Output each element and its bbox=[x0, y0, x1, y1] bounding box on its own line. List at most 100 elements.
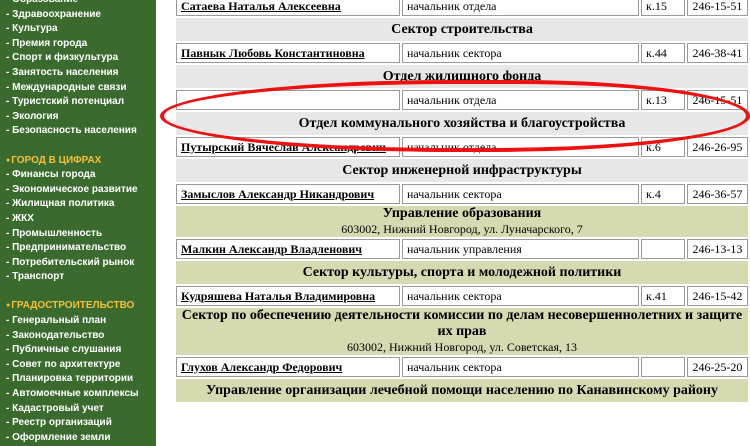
section-title-text: Сектор инженерной инфраструктуры bbox=[342, 162, 582, 178]
phone-cell: 246-13-13 bbox=[687, 239, 748, 259]
room-cell: к.4 bbox=[641, 184, 686, 204]
position-cell: начальник управления bbox=[401, 239, 640, 259]
sidebar-link[interactable]: Планировка территории bbox=[0, 372, 156, 387]
section-title-text: Управление образования bbox=[382, 206, 542, 221]
staff-row: Путырский Вячеслав Александрович начальни… bbox=[176, 137, 748, 157]
room-cell: к.44 bbox=[641, 43, 686, 63]
section-title: Управление организации лечебной помощи н… bbox=[176, 379, 748, 402]
sidebar-link[interactable]: Занятость населения bbox=[0, 66, 156, 81]
separator bbox=[156, 0, 174, 446]
sidebar-link[interactable]: Безопасность населения bbox=[0, 124, 156, 139]
room-cell: к.15 bbox=[641, 0, 686, 16]
staff-row: Малкин Александр Владленович начальник уп… bbox=[176, 239, 748, 259]
staff-row: Замыслов Александр Никандрович начальник … bbox=[176, 184, 748, 204]
sidebar-link[interactable]: ЖКХ bbox=[0, 212, 156, 227]
section-title: Сектор строительства bbox=[176, 18, 748, 41]
staff-directory: Сатаева Наталья Алексеевна начальник отде… bbox=[174, 0, 750, 404]
sidebar-link[interactable]: Спорт и физкультура bbox=[0, 51, 156, 66]
position-cell: начальник отдела bbox=[401, 90, 640, 110]
sidebar-link[interactable]: Совет по архитектуре bbox=[0, 358, 156, 373]
sidebar-link[interactable]: Потребительский рынок bbox=[0, 256, 156, 271]
section-title: Сектор культуры, спорта и молодежной пол… bbox=[176, 261, 748, 284]
staff-name-link[interactable]: Замыслов Александр Никандрович bbox=[176, 184, 400, 204]
sidebar-link[interactable]: Жилищная политика bbox=[0, 197, 156, 212]
section-title: Отдел коммунального хозяйства и благоуст… bbox=[176, 112, 748, 135]
sidebar-link[interactable]: Международные связи bbox=[0, 81, 156, 96]
staff-name-link[interactable]: Павнык Любовь Константиновна bbox=[176, 43, 400, 63]
position-cell: начальник отдела bbox=[401, 137, 640, 157]
sidebar-nav: ОбразованиеЗдравоохранениеКультураПремия… bbox=[0, 0, 156, 446]
staff-row: Кудряшева Наталья Владимировна начальник … bbox=[176, 286, 748, 306]
section-address: 603002, Нижний Новгород, ул. Луначарског… bbox=[341, 222, 583, 236]
sidebar-heading[interactable]: ГОРОД В ЦИФРАХ bbox=[0, 154, 156, 169]
section-title-text: Отдел жилищного фонда bbox=[382, 68, 542, 84]
section-header-row: Отдел жилищного фонда bbox=[176, 65, 748, 88]
sidebar-link[interactable]: Промышленность bbox=[0, 227, 156, 242]
section-address: 603002, Нижний Новгород, ул. Советская, … bbox=[347, 340, 577, 354]
section-header-row: Сектор инженерной инфраструктуры bbox=[176, 159, 748, 182]
section-title-text: Отдел коммунального хозяйства и благоуст… bbox=[298, 115, 626, 131]
sidebar-link[interactable]: Транспорт bbox=[0, 270, 156, 285]
position-cell: начальник отдела bbox=[401, 0, 640, 16]
staff-row: начальник отдела к.13 246-15-51 bbox=[176, 90, 748, 110]
section-header-row: Сектор по обеспечению деятельности комис… bbox=[176, 308, 748, 355]
section-title: Отдел жилищного фонда bbox=[176, 65, 748, 88]
section-header-row: Сектор культуры, спорта и молодежной пол… bbox=[176, 261, 748, 284]
sidebar-link[interactable]: Образование bbox=[0, 0, 156, 8]
sidebar-heading[interactable]: ГРАДОСТРОИТЕЛЬСТВО bbox=[0, 299, 156, 314]
staff-row: Сатаева Наталья Алексеевна начальник отде… bbox=[176, 0, 748, 16]
phone-cell: 246-15-42 bbox=[687, 286, 748, 306]
sidebar-link[interactable]: Премия города bbox=[0, 37, 156, 52]
section-header-row: Отдел коммунального хозяйства и благоуст… bbox=[176, 112, 748, 135]
phone-cell: 246-26-95 bbox=[687, 137, 748, 157]
position-cell: начальник сектора bbox=[401, 357, 640, 377]
staff-name-link[interactable]: Сатаева Наталья Алексеевна bbox=[176, 0, 400, 16]
room-cell: к.41 bbox=[641, 286, 686, 306]
staff-name-link[interactable]: Путырский Вячеслав Александрович bbox=[176, 137, 400, 157]
sidebar-link[interactable]: Реестр организаций bbox=[0, 416, 156, 431]
staff-name-link[interactable]: Кудряшева Наталья Владимировна bbox=[176, 286, 400, 306]
sidebar-link[interactable]: Финансы города bbox=[0, 168, 156, 183]
section-title-text: Сектор строительства bbox=[391, 21, 533, 37]
sidebar-link[interactable]: Здравоохранение bbox=[0, 8, 156, 23]
sidebar-link[interactable]: Законодательство bbox=[0, 329, 156, 344]
phone-cell: 246-36-57 bbox=[687, 184, 748, 204]
section-header-row: Управление организации лечебной помощи н… bbox=[176, 379, 748, 402]
section-header-row: Сектор строительства bbox=[176, 18, 748, 41]
sidebar-link[interactable]: Публичные слушания bbox=[0, 343, 156, 358]
room-cell bbox=[641, 239, 686, 259]
room-cell: к.6 bbox=[641, 137, 686, 157]
staff-row: Глухов Александр Федорович начальник сект… bbox=[176, 357, 748, 377]
position-cell: начальник сектора bbox=[401, 184, 640, 204]
staff-name-link[interactable]: Глухов Александр Федорович bbox=[176, 357, 400, 377]
section-title-text: Управление организации лечебной помощи н… bbox=[205, 382, 718, 398]
sidebar-link[interactable]: Туристский потенциал bbox=[0, 95, 156, 110]
sidebar-link[interactable]: Автомоечные комплексы bbox=[0, 387, 156, 402]
section-title: Сектор инженерной инфраструктуры bbox=[176, 159, 748, 182]
sidebar-link[interactable]: Генеральный план bbox=[0, 314, 156, 329]
room-cell: к.13 bbox=[641, 90, 686, 110]
sidebar-link[interactable]: Культура bbox=[0, 22, 156, 37]
sidebar-link[interactable]: Предпринимательство bbox=[0, 241, 156, 256]
sidebar-link[interactable]: Оформление земли bbox=[0, 431, 156, 446]
section-title-text: Сектор культуры, спорта и молодежной пол… bbox=[302, 264, 622, 280]
sidebar-link[interactable]: Кадастровый учет bbox=[0, 402, 156, 417]
phone-cell: 246-15-51 bbox=[687, 0, 748, 16]
phone-cell: 246-15-51 bbox=[687, 90, 748, 110]
staff-row: Павнык Любовь Константиновна начальник се… bbox=[176, 43, 748, 63]
position-cell: начальник сектора bbox=[401, 286, 640, 306]
section-title: Управление образования 603002, Нижний Нов… bbox=[176, 206, 748, 237]
sidebar-link[interactable]: Экономическое развитие bbox=[0, 183, 156, 198]
staff-name-link[interactable]: Малкин Александр Владленович bbox=[176, 239, 400, 259]
sidebar-link[interactable]: Экология bbox=[0, 110, 156, 125]
section-header-row: Управление образования 603002, Нижний Нов… bbox=[176, 206, 748, 237]
section-title: Сектор по обеспечению деятельности комис… bbox=[176, 308, 748, 355]
room-cell bbox=[641, 357, 686, 377]
phone-cell: 246-38-41 bbox=[687, 43, 748, 63]
phone-cell: 246-25-20 bbox=[687, 357, 748, 377]
section-title-text: Сектор по обеспечению деятельности комис… bbox=[181, 308, 743, 339]
position-cell: начальник сектора bbox=[401, 43, 640, 63]
staff-name-link bbox=[176, 90, 400, 110]
